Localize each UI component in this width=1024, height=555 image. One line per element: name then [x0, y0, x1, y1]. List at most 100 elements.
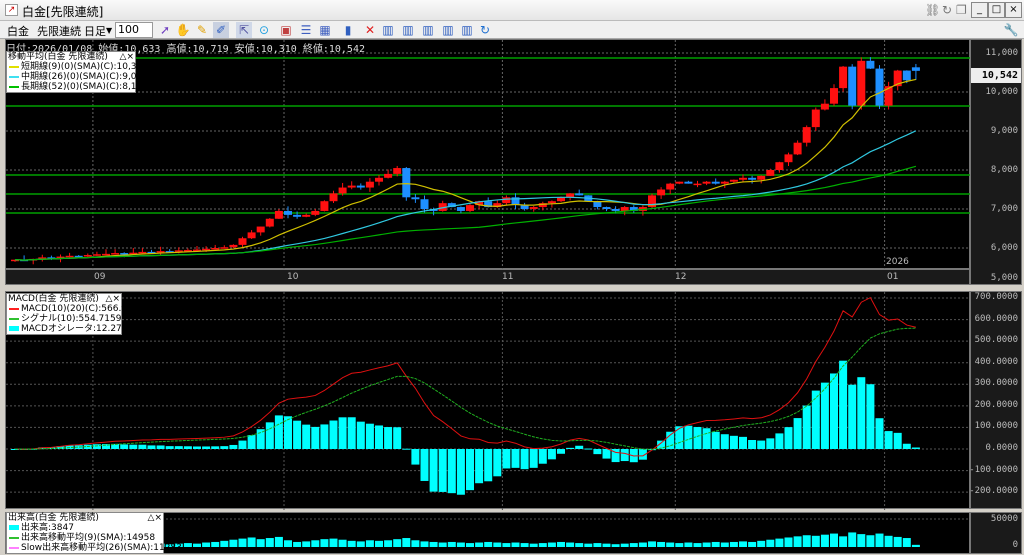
- candle-body: [902, 70, 911, 81]
- indicator-icon[interactable]: ▮: [340, 22, 356, 38]
- macd-oscillator-bar: [584, 448, 593, 450]
- grid-rows-icon[interactable]: ☰: [298, 22, 314, 38]
- macd-oscillator-bar: [174, 446, 183, 449]
- legend-close-icon[interactable]: △×: [106, 294, 120, 304]
- volume-bar: [238, 538, 247, 547]
- macd-oscillator-bar: [538, 449, 547, 464]
- macd-panel[interactable]: [5, 291, 971, 510]
- candle-body: [702, 181, 711, 184]
- symbol-menu[interactable]: 白金: [7, 23, 29, 39]
- volume-bar: [393, 539, 402, 547]
- macd-oscillator-bar: [420, 449, 429, 481]
- candle-body: [811, 109, 820, 128]
- signal-line: [14, 327, 916, 450]
- window-title: 白金[先限連続]: [22, 5, 104, 19]
- minimize-button[interactable]: _: [971, 2, 988, 18]
- indicator-4-icon[interactable]: ▥: [440, 22, 456, 38]
- candle-body: [411, 197, 420, 200]
- volume-bar: [584, 543, 593, 547]
- macd-line: [14, 296, 917, 457]
- ma-legend-title: 移動平均(白金 先限連続): [8, 52, 108, 62]
- macd-oscillator-bar: [120, 444, 129, 449]
- maximize-button[interactable]: □: [988, 2, 1005, 18]
- close-button[interactable]: ×: [1005, 2, 1022, 18]
- volume-bar: [638, 542, 647, 547]
- volume-bar: [820, 534, 829, 547]
- volume-bar: [475, 542, 484, 547]
- volume-bar: [802, 535, 811, 547]
- indicator-3-icon[interactable]: ▥: [420, 22, 436, 38]
- candle-body: [274, 210, 283, 219]
- remove-indicator-icon[interactable]: ✕: [362, 22, 378, 38]
- indicator-1-icon[interactable]: ▥: [380, 22, 396, 38]
- price-axis[interactable]: 11,000 10,000 9,000 8,000 7,000 6,000 5,…: [970, 39, 1022, 285]
- macd-oscillator-bar: [820, 382, 829, 449]
- candle-body: [375, 177, 383, 182]
- legend-close-icon[interactable]: △×: [120, 52, 134, 62]
- reload-icon[interactable]: ↻: [477, 22, 493, 38]
- candle-body: [329, 193, 338, 202]
- candle-body: [247, 232, 256, 239]
- chart-window-icon[interactable]: ▣: [278, 22, 294, 38]
- indicator-2-icon[interactable]: ▥: [400, 22, 416, 38]
- volume-bar: [620, 543, 629, 547]
- copy-icon[interactable]: ❐: [956, 3, 967, 17]
- volume-bar: [575, 543, 584, 547]
- draw-line-icon[interactable]: ✐: [213, 22, 229, 38]
- indicator-5-icon[interactable]: ▥: [459, 22, 475, 38]
- swatch: [9, 318, 19, 320]
- current-price-label: 10,542: [971, 68, 1021, 83]
- volume-bar: [766, 539, 775, 547]
- candle-body: [466, 205, 474, 211]
- candle-body: [830, 88, 838, 104]
- grid-icon[interactable]: ▦: [317, 22, 333, 38]
- volume-bar: [438, 542, 447, 547]
- ma-legend[interactable]: 移動平均(白金 先限連続) △× 短期線(9)(0)(SMA)(C):10,35…: [6, 51, 148, 93]
- macd-legend[interactable]: MACD(白金 先限連続) △× MACD(10)(20)(C):566.990…: [6, 293, 144, 335]
- price-tick: 11,000: [985, 48, 1018, 58]
- volume-legend[interactable]: 出来高(白金 先限連続) △× 出来高:3847 出来高移動平均(9)(SMA)…: [6, 512, 182, 554]
- volume-bar: [857, 534, 866, 547]
- candle-body: [420, 199, 429, 209]
- swatch: [9, 308, 19, 310]
- price-tick: 7,000: [990, 204, 1018, 214]
- close-value: 10,542: [328, 44, 365, 55]
- up-circle-icon[interactable]: ⊙: [256, 22, 272, 38]
- macd-oscillator-bar: [757, 440, 766, 449]
- crosshair-icon[interactable]: ⇱: [236, 22, 252, 38]
- macd-oscillator-bar: [875, 418, 884, 449]
- price-chart-panel[interactable]: [5, 39, 971, 270]
- bar-count-input[interactable]: 100: [115, 22, 153, 38]
- macd-oscillator-bar: [547, 449, 556, 460]
- month-label: 10: [287, 272, 299, 282]
- volume-bar: [411, 540, 420, 547]
- macd-axis[interactable]: 700.0000 600.0000 500.0000 400.0000 300.0000…: [969, 291, 1022, 509]
- refresh-icon[interactable]: ↻: [942, 3, 952, 17]
- candle-body: [875, 68, 884, 106]
- volume-bar: [529, 543, 538, 547]
- period-dropdown[interactable]: 日足: [84, 23, 106, 39]
- volume-bar: [183, 543, 192, 547]
- candle-body: [666, 183, 675, 190]
- macd-oscillator-bar: [338, 417, 347, 449]
- volume-bar: [884, 535, 893, 547]
- macd-oscillator-bar: [793, 418, 802, 449]
- month-label: 01: [887, 272, 899, 282]
- macd-oscillator-bar: [156, 445, 165, 449]
- hand-icon[interactable]: ✋: [175, 22, 191, 38]
- settings-wrench-icon[interactable]: 🔧: [1003, 22, 1019, 38]
- macd-oscillator-bar: [384, 427, 393, 449]
- cursor-icon[interactable]: ➚: [157, 22, 173, 38]
- macd-oscillator-bar: [475, 449, 484, 484]
- legend-close-icon[interactable]: △×: [148, 513, 162, 523]
- link-icon[interactable]: ⛓: [925, 3, 940, 17]
- contract-menu[interactable]: 先限連続: [37, 23, 81, 39]
- volume-bar: [402, 538, 411, 547]
- volume-axis[interactable]: 50000 0: [970, 512, 1022, 554]
- macd-tick: 200.0000: [974, 399, 1018, 410]
- macd-oscillator-bar: [92, 444, 101, 449]
- price-tick: 10,000: [985, 87, 1018, 97]
- candle-body: [92, 254, 101, 256]
- macd-tick: 400.0000: [974, 356, 1018, 367]
- pencil-icon[interactable]: ✎: [194, 22, 210, 38]
